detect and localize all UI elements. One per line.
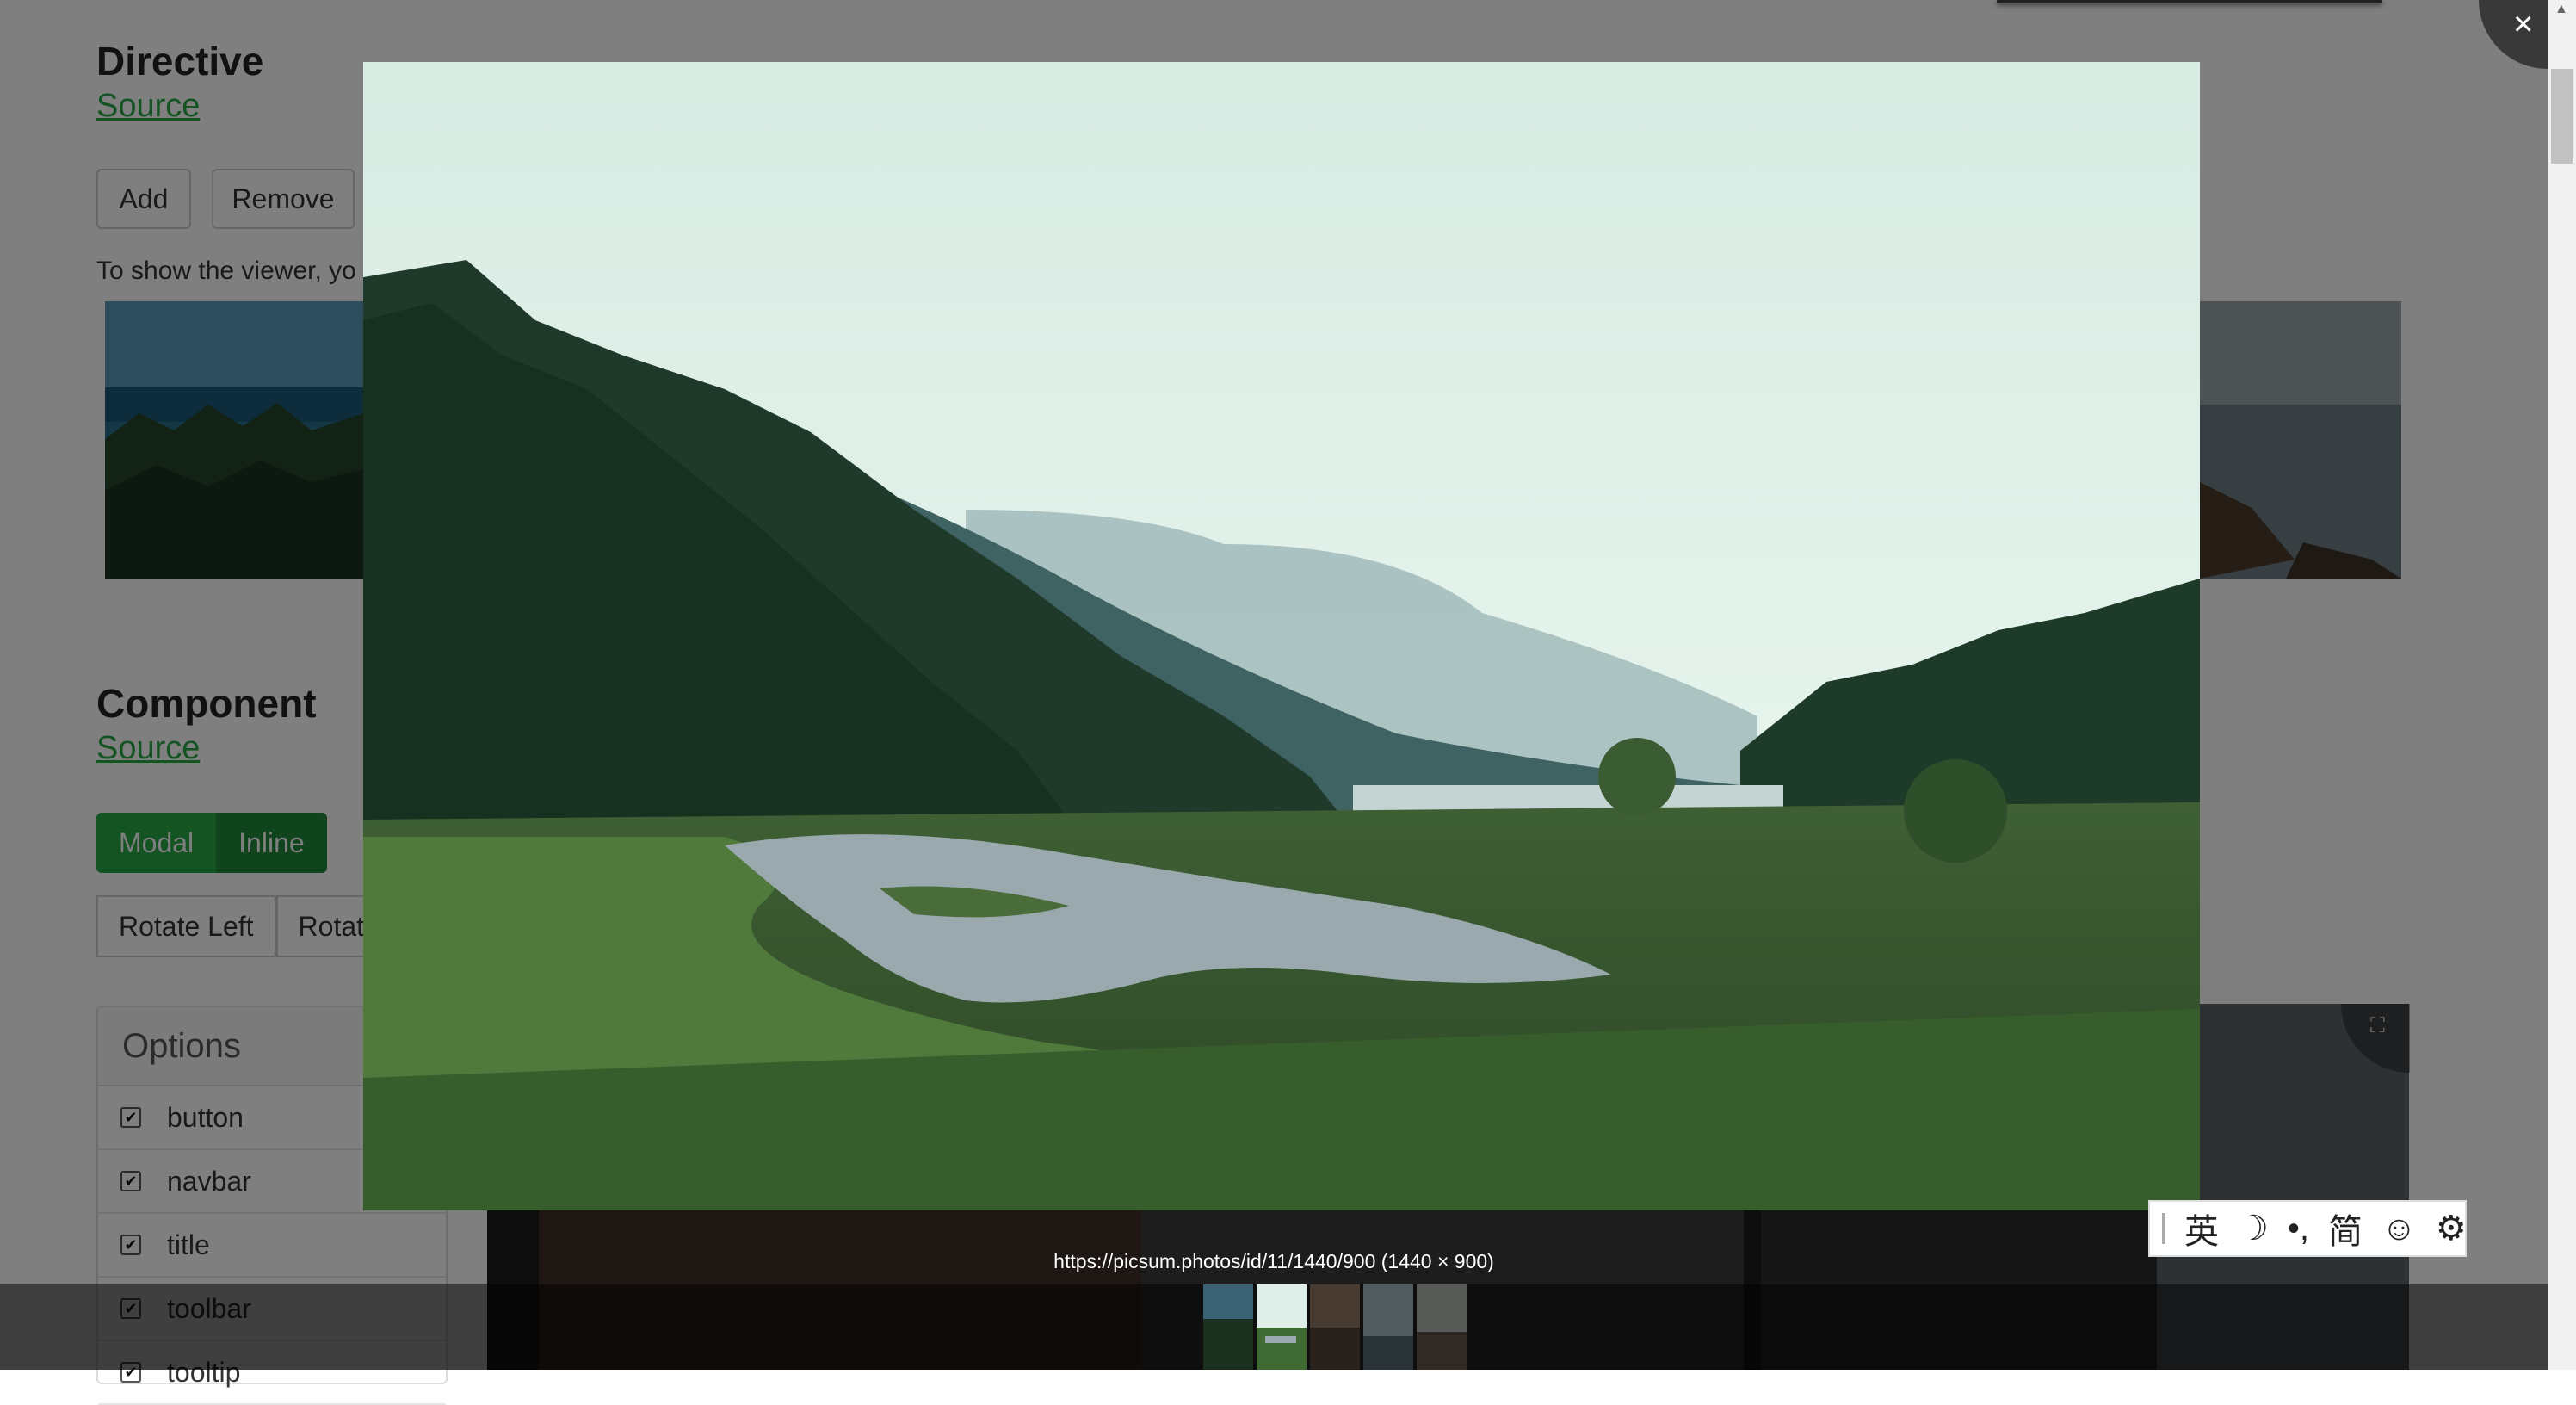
- top-tooltip-bar: [1997, 0, 2382, 3]
- ime-simplified-icon[interactable]: 简: [2328, 1204, 2363, 1253]
- scroll-up-icon[interactable]: ▲: [2554, 2, 2568, 17]
- page-scrollbar[interactable]: ▲: [2548, 0, 2576, 1370]
- ime-toolbar: 英 ☽ •, 简 ☺ ⚙: [2148, 1200, 2467, 1257]
- ime-settings-icon[interactable]: ⚙: [2436, 1209, 2467, 1248]
- close-icon: ×: [2513, 5, 2534, 43]
- ime-moon-icon[interactable]: ☽: [2238, 1209, 2269, 1248]
- ime-punctuation-icon[interactable]: •,: [2288, 1210, 2309, 1248]
- viewer-main-image[interactable]: [363, 62, 2200, 1210]
- ime-drag-handle[interactable]: [2162, 1213, 2165, 1244]
- scroll-thumb[interactable]: [2551, 69, 2573, 164]
- ime-language-icon[interactable]: 英: [2184, 1204, 2219, 1253]
- navbar-thumb-3[interactable]: [1310, 1284, 1360, 1370]
- navbar-thumb-1[interactable]: [1203, 1284, 1253, 1370]
- navbar-thumb-4[interactable]: [1363, 1284, 1413, 1370]
- ime-emoji-icon[interactable]: ☺: [2381, 1210, 2417, 1248]
- navbar-thumb-5[interactable]: [1417, 1284, 1467, 1370]
- viewer-navbar: [1203, 1284, 1467, 1370]
- navbar-thumb-2[interactable]: [1257, 1284, 1307, 1370]
